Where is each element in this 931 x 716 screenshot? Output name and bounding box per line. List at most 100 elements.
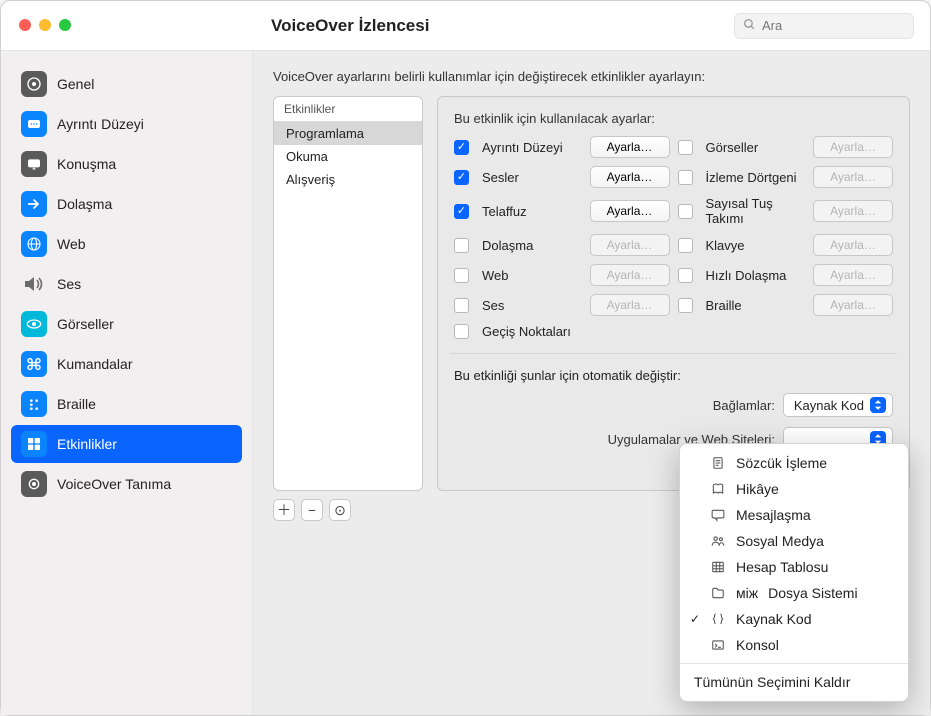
braille-icon: [21, 391, 47, 417]
sidebar-item-label: Dolaşma: [57, 196, 112, 212]
contexts-value: Kaynak Kod: [794, 398, 864, 413]
add-activity-button[interactable]: ＋: [273, 499, 295, 521]
activities-list[interactable]: Etkinlikler Programlama Okuma Alışveriş: [273, 96, 423, 491]
option-checkbox-sound[interactable]: [454, 298, 469, 313]
option-checkbox-braille[interactable]: [678, 298, 693, 313]
option-checkbox-navigation[interactable]: [454, 238, 469, 253]
plus-icon: ＋: [277, 500, 291, 520]
sidebar-item-braille[interactable]: Braille: [11, 385, 242, 423]
sidebar-item-commanders[interactable]: Kumandalar: [11, 345, 242, 383]
menu-item-label: Hesap Tablosu: [736, 559, 828, 575]
menu-item-label: Sözcük İşleme: [736, 455, 827, 471]
sidebar-item-verbosity[interactable]: Ayrıntı Düzeyi: [11, 105, 242, 143]
option-checkbox-verbosity[interactable]: [454, 140, 469, 155]
configure-button-visuals: Ayarla…: [813, 136, 893, 158]
configure-button-sounds[interactable]: Ayarla…: [590, 166, 670, 188]
menu-item-deselect-all[interactable]: Tümünün Seçimini Kaldır: [680, 669, 908, 695]
option-label: Geçiş Noktaları: [482, 324, 582, 339]
navigation-icon: [21, 191, 47, 217]
menu-item-messaging[interactable]: Mesajlaşma: [680, 502, 908, 528]
option-checkbox-web[interactable]: [454, 268, 469, 283]
settings-panel: Bu etkinlik için kullanılacak ayarlar: A…: [437, 96, 910, 491]
folder-icon: [710, 586, 726, 600]
sound-icon: [21, 271, 47, 297]
option-label: Web: [482, 268, 582, 283]
menu-item-label: Konsol: [736, 637, 779, 653]
sidebar-item-label: Konuşma: [57, 156, 116, 172]
configure-button-braille: Ayarla…: [813, 294, 893, 316]
option-label: Braille: [706, 298, 806, 313]
titlebar: VoiceOver İzlencesi: [1, 1, 930, 51]
chevron-updown-icon: [870, 397, 886, 413]
menu-item-word-processing[interactable]: Sözcük İşleme: [680, 450, 908, 476]
sidebar-item-activities[interactable]: Etkinlikler: [11, 425, 242, 463]
activity-actions-button[interactable]: ⊙: [329, 499, 351, 521]
option-label: Sesler: [482, 170, 582, 185]
ellipsis-icon: ⊙: [334, 502, 346, 519]
configure-button-keyboard: Ayarla…: [813, 234, 893, 256]
option-label: Telaffuz: [482, 204, 582, 219]
sidebar-item-label: Genel: [57, 76, 94, 92]
menu-item-file-system[interactable]: між Dosya Sistemi: [680, 580, 908, 606]
activities-header: Etkinlikler: [274, 97, 422, 122]
menu-item-console[interactable]: Konsol: [680, 632, 908, 658]
web-icon: [21, 231, 47, 257]
sidebar-item-vo-recognition[interactable]: VoiceOver Tanıma: [11, 465, 242, 503]
sidebar-item-speech[interactable]: Konuşma: [11, 145, 242, 183]
contexts-popup[interactable]: Kaynak Kod: [783, 393, 893, 417]
configure-button-web: Ayarla…: [590, 264, 670, 286]
sidebar-item-web[interactable]: Web: [11, 225, 242, 263]
search-field[interactable]: [734, 13, 914, 39]
minimize-icon[interactable]: [39, 19, 51, 31]
sidebar-item-label: Kumandalar: [57, 356, 133, 372]
menu-item-source-code[interactable]: ✓ Kaynak Kod: [680, 606, 908, 632]
zoom-icon[interactable]: [59, 19, 71, 31]
menu-item-story[interactable]: Hikâye: [680, 476, 908, 502]
verbosity-icon: [21, 111, 47, 137]
activity-row[interactable]: Alışveriş: [274, 168, 422, 191]
chat-icon: [710, 508, 726, 522]
configure-button-numpad: Ayarla…: [813, 200, 893, 222]
option-checkbox-keyboard[interactable]: [678, 238, 693, 253]
menu-item-label: Dosya Sistemi: [768, 585, 857, 601]
people-icon: [710, 534, 726, 548]
close-icon[interactable]: [19, 19, 31, 31]
option-label: Dolaşma: [482, 238, 582, 253]
sidebar-item-label: Ses: [57, 276, 81, 292]
sidebar-item-sound[interactable]: Ses: [11, 265, 242, 303]
terminal-icon: [710, 638, 726, 652]
sidebar-item-general[interactable]: Genel: [11, 65, 242, 103]
configure-button-sound: Ayarla…: [590, 294, 670, 316]
option-checkbox-hotspots[interactable]: [454, 324, 469, 339]
sidebar-item-navigation[interactable]: Dolaşma: [11, 185, 242, 223]
option-checkbox-numpad[interactable]: [678, 204, 693, 219]
sidebar-item-visuals[interactable]: Görseller: [11, 305, 242, 343]
option-checkbox-pronunciation[interactable]: [454, 204, 469, 219]
sidebar: Genel Ayrıntı Düzeyi Konuşma Dolaşma Web…: [1, 51, 253, 715]
settings-grid: Ayrıntı Düzeyi Ayarla… Görseller Ayarla……: [454, 136, 893, 339]
option-checkbox-sounds[interactable]: [454, 170, 469, 185]
commanders-icon: [21, 351, 47, 377]
document-icon: [710, 456, 726, 470]
voiceover-utility-window: VoiceOver İzlencesi Genel Ayrıntı Düzeyi…: [0, 0, 931, 716]
search-input[interactable]: [762, 18, 905, 33]
menu-item-spreadsheet[interactable]: Hesap Tablosu: [680, 554, 908, 580]
menu-item-social-media[interactable]: Sosyal Medya: [680, 528, 908, 554]
contexts-menu[interactable]: Sözcük İşleme Hikâye Mesajlaşma Sosyal M…: [679, 443, 909, 702]
book-icon: [710, 482, 726, 496]
contexts-row: Bağlamlar: Kaynak Kod: [454, 393, 893, 417]
contexts-label: Bağlamlar:: [713, 398, 775, 413]
remove-activity-button[interactable]: −: [301, 499, 323, 521]
option-label: Ayrıntı Düzeyi: [482, 140, 582, 155]
activities-body: Programlama Okuma Alışveriş: [274, 122, 422, 191]
activity-row[interactable]: Programlama: [274, 122, 422, 145]
configure-button-tracking-rect: Ayarla…: [813, 166, 893, 188]
activity-row[interactable]: Okuma: [274, 145, 422, 168]
configure-button-pronunciation[interactable]: Ayarla…: [590, 200, 670, 222]
option-checkbox-visuals[interactable]: [678, 140, 693, 155]
configure-button-verbosity[interactable]: Ayarla…: [590, 136, 670, 158]
menu-separator: [680, 663, 908, 664]
option-checkbox-tracking-rect[interactable]: [678, 170, 693, 185]
sidebar-item-label: Braille: [57, 396, 96, 412]
option-checkbox-quicknav[interactable]: [678, 268, 693, 283]
